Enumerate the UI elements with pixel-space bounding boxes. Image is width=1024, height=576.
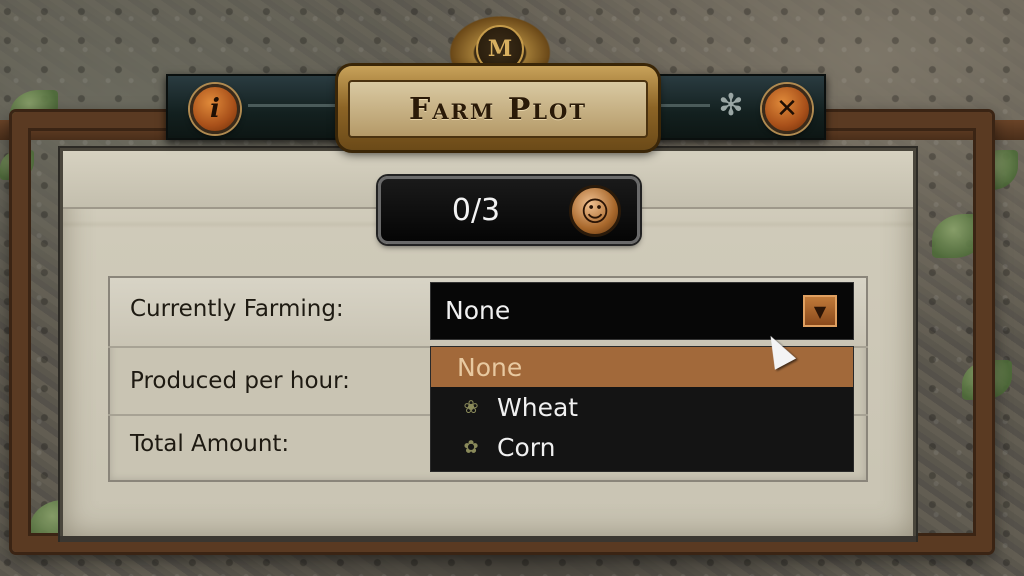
currently-farming-label: Currently Farming: [130, 296, 344, 322]
chevron-down-icon[interactable]: ▼ [803, 295, 837, 327]
option-wheat[interactable]: ❀ Wheat [431, 387, 853, 427]
title-bar-ornament [650, 104, 710, 107]
option-corn[interactable]: ✿ Corn [431, 427, 853, 467]
wheat-icon: ❀ [463, 396, 479, 418]
info-icon: i [210, 94, 220, 124]
crop-options-list: None ❀ Wheat ✿ Corn [430, 346, 854, 472]
corn-icon: ✿ [463, 436, 479, 458]
title-bar-ornament [248, 104, 348, 107]
add-worker-button[interactable]: ☺ [569, 185, 621, 237]
option-label: Corn [497, 432, 556, 462]
option-label: None [457, 352, 523, 382]
worker-counter: 0/3 ☺ [378, 176, 640, 244]
crest-monogram: M [487, 36, 513, 62]
crop-select-value: None [445, 296, 511, 325]
close-button[interactable]: ✕ [762, 84, 812, 134]
worker-count: 0/3 [451, 192, 501, 228]
option-label: Wheat [497, 392, 579, 422]
knot-ornament-icon: ✻ [718, 88, 744, 123]
crop-select[interactable]: None ▼ [430, 282, 854, 340]
title-plaque-inner: Farm Plot [348, 80, 648, 138]
window-title: Farm Plot [409, 91, 587, 127]
produced-per-hour-label: Produced per hour: [130, 368, 350, 394]
total-amount-label: Total Amount: [130, 431, 290, 457]
panel-bottom-edge [60, 536, 916, 542]
close-icon: ✕ [776, 94, 798, 124]
info-button[interactable]: i [190, 84, 240, 134]
add-worker-icon: ☺ [580, 194, 610, 228]
